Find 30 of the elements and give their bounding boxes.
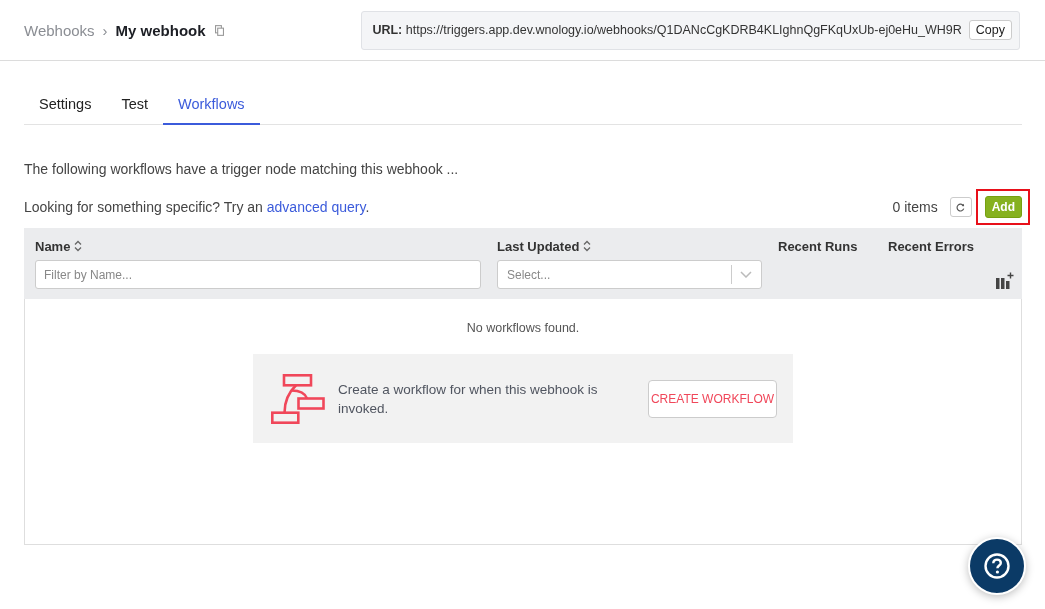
column-header: Recent Errors	[888, 238, 974, 254]
copy-button[interactable]: Copy	[968, 20, 1012, 40]
column-header: Recent Runs	[778, 238, 858, 254]
column-picker-icon[interactable]	[996, 272, 1014, 289]
description-text: The following workflows have a trigger node matching this webhook ...	[24, 160, 460, 179]
column-header[interactable]: Last Updated	[497, 238, 592, 254]
copy-icon[interactable]	[214, 24, 224, 36]
select-field[interactable]: Select...	[497, 260, 762, 289]
tab[interactable]: Test	[106, 85, 163, 125]
sort-icon	[74, 240, 83, 252]
tab[interactable]: Settings	[24, 85, 107, 125]
column-header[interactable]: Name	[35, 238, 83, 254]
help-icon	[984, 553, 1010, 579]
breadcrumb-separator: ›	[102, 21, 108, 39]
filter-input[interactable]: Filter by Name...	[35, 260, 481, 289]
tab[interactable]: Workflows	[163, 85, 260, 125]
create-workflow-button[interactable]: CREATE WORKFLOW	[648, 379, 777, 418]
chevron-down-icon	[740, 271, 752, 278]
url-text: URL: https://triggers.app.dev.wnology.io/webhooks/Q1DANcCgKDRB4KLIghnQgFKqUxUb-ej0eHu_WH9R	[372, 23, 962, 37]
help-button[interactable]	[968, 537, 1026, 595]
empty-state-text: Create a workflow for when this webhook is invoked.	[338, 380, 599, 418]
sort-icon	[583, 240, 592, 252]
page-title: My webhook	[115, 21, 206, 39]
refresh-button[interactable]	[949, 197, 972, 217]
breadcrumb-link[interactable]: Webhooks	[24, 21, 95, 39]
workflow-diagram-icon	[271, 373, 325, 424]
query-hint-text: Looking for something specific? Try an advanced query.	[24, 199, 370, 215]
empty-message: No workflows found.	[465, 320, 581, 337]
refresh-icon	[956, 202, 966, 212]
item-count: 0 items	[892, 199, 938, 215]
